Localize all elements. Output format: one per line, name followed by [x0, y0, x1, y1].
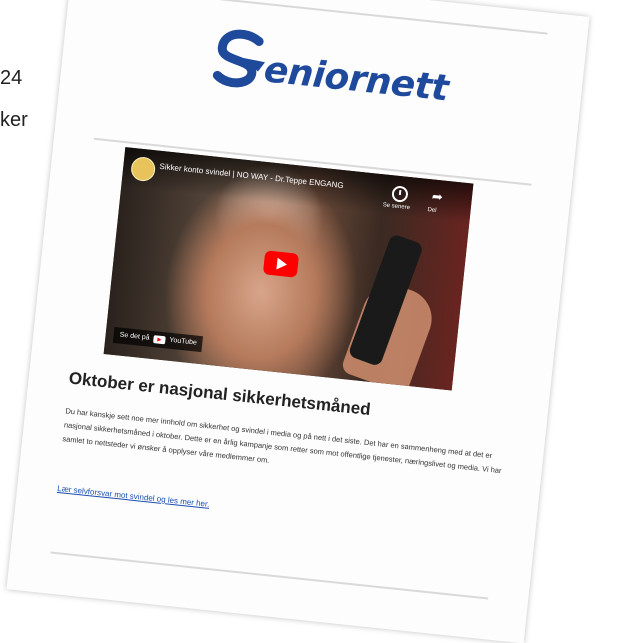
divider	[109, 0, 548, 35]
share-label: Del	[427, 207, 437, 214]
seniornett-logo[interactable]: eniornett	[210, 22, 453, 116]
watch-on-label: Se det på	[119, 331, 150, 342]
seniornett-s-icon	[210, 27, 272, 93]
background-text-line-2: ker	[0, 109, 28, 131]
share-icon[interactable]: ➦	[431, 188, 443, 204]
brand-wordmark: eniornett	[262, 48, 451, 109]
divider	[50, 551, 489, 600]
youtube-logo-icon	[152, 335, 166, 345]
video-player[interactable]: Sikker konto svindel | NO WAY - Dr.Teppe…	[103, 147, 474, 391]
read-more-link[interactable]: Lær selvforsvar mot svindel og les mer h…	[57, 484, 496, 539]
background-text-line-1: 24	[0, 67, 23, 89]
play-button[interactable]	[262, 250, 300, 278]
youtube-label: YouTube	[169, 336, 198, 347]
newsletter-card: eniornett Sikker konto svindel | NO WAY …	[6, 0, 590, 643]
